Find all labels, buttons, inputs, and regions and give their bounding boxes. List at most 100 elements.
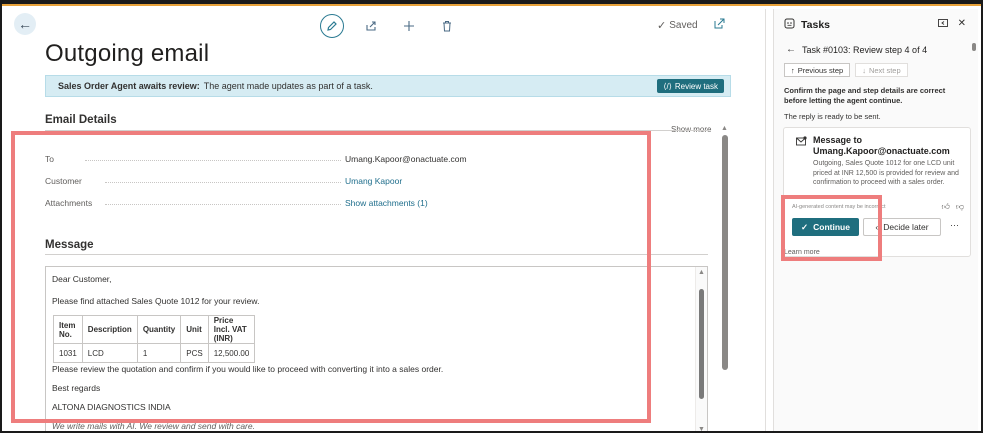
more-options-button[interactable]: ··· xyxy=(950,220,959,230)
table-header: Price Incl. VAT (INR) xyxy=(207,315,256,344)
tasks-header: Tasks xyxy=(784,18,830,32)
share-icon xyxy=(366,21,376,31)
message-divider xyxy=(45,254,708,255)
message-line1: Please find attached Sales Quote 1012 fo… xyxy=(52,296,260,306)
thumbs-up-icon[interactable]: 👍︎ xyxy=(942,202,950,212)
customer-link[interactable]: Umang Kapoor xyxy=(345,176,402,186)
previous-step-label: Previous step xyxy=(797,65,844,75)
table-header: Description xyxy=(81,315,138,344)
task-instruction: Confirm the page and step details are co… xyxy=(784,86,946,105)
share-button[interactable] xyxy=(360,15,382,37)
record-toolbar xyxy=(320,14,458,38)
field-value-to[interactable]: Umang.Kapoor@onactuate.com xyxy=(345,154,467,164)
learn-more-link[interactable]: Learn more xyxy=(784,249,820,256)
table-row: 1031 LCD 1 PCS 12,500.00 xyxy=(53,343,256,363)
field-attachments: Attachments Show attachments (1) xyxy=(45,197,485,209)
review-task-label: Review task xyxy=(674,81,718,91)
table-cell: PCS xyxy=(180,343,209,363)
thumbs-down-icon[interactable]: 👎︎ xyxy=(956,202,964,212)
back-arrow-icon[interactable]: ← xyxy=(786,44,796,55)
task-title: Task #0103: Review step 4 of 4 xyxy=(802,44,928,55)
show-attachments-link[interactable]: Show attachments (1) xyxy=(345,198,428,208)
open-in-new-window-button[interactable] xyxy=(714,18,725,32)
tasks-title: Tasks xyxy=(801,19,830,31)
tasks-icon xyxy=(784,18,795,32)
message-company: ALTONA DIAGNOSTICS INDIA xyxy=(52,402,171,412)
card-title: Message to Umang.Kapoor@onactuate.com xyxy=(813,135,950,156)
continue-label: Continue xyxy=(813,222,850,232)
agent-review-banner: Sales Order Agent awaits review: The age… xyxy=(45,75,731,97)
checkmark-icon: ✓ xyxy=(657,20,667,32)
message-title: Message xyxy=(45,239,94,251)
code-brackets-icon: ⟨/⟩ xyxy=(663,81,672,91)
add-button[interactable] xyxy=(398,15,420,37)
page-scroll-up-icon[interactable]: ▲ xyxy=(721,125,728,132)
field-label-customer: Customer xyxy=(45,176,345,186)
message-regards: Best regards xyxy=(52,383,101,393)
top-accent-line xyxy=(0,4,983,6)
back-button[interactable]: ← xyxy=(14,13,36,35)
tasks-panel: Tasks ✕ ← Task #0103: Review step 4 of 4… xyxy=(773,9,978,433)
field-label-attachments: Attachments xyxy=(45,198,345,208)
email-details-divider xyxy=(45,130,708,131)
ai-disclaimer: AI-generated content may be incorrect xyxy=(792,204,886,210)
saved-label: Saved xyxy=(669,20,698,31)
saved-status: ✓ Saved xyxy=(657,19,698,32)
top-stripe xyxy=(0,0,983,6)
trash-icon xyxy=(443,21,451,32)
quote-table: Item No. Description Quantity Unit Price… xyxy=(53,315,256,363)
message-summary-card: Message to Umang.Kapoor@onactuate.com Ou… xyxy=(783,127,971,257)
step-navigation: ↑ Previous step ↓ Next step xyxy=(784,63,908,77)
decide-later-label: Decide later xyxy=(883,222,929,232)
task-ready-text: The reply is ready to be sent. xyxy=(784,112,881,121)
scroll-thumb[interactable] xyxy=(699,289,704,399)
checkmark-icon: ✓ xyxy=(801,221,809,232)
table-header: Quantity xyxy=(136,315,182,344)
email-details-title: Email Details xyxy=(45,114,117,126)
field-label-to: To xyxy=(45,154,345,164)
task-title-row: ← Task #0103: Review step 4 of 4 xyxy=(786,44,927,55)
banner-text: The agent made updates as part of a task… xyxy=(203,81,373,91)
open-in-new-icon xyxy=(714,18,725,29)
pencil-icon xyxy=(327,21,337,31)
next-step-button[interactable]: ↓ Next step xyxy=(855,63,908,77)
page-scroll-thumb[interactable] xyxy=(722,135,728,370)
panel-scrollbar[interactable] xyxy=(972,43,976,51)
message-greeting: Dear Customer, xyxy=(52,274,112,284)
continue-button[interactable]: ✓ Continue xyxy=(792,218,859,236)
plus-icon xyxy=(404,21,414,31)
table-header: Unit xyxy=(180,315,209,344)
collapse-panel-icon[interactable] xyxy=(937,18,948,31)
feedback-buttons: 👍︎ 👎︎ xyxy=(942,202,965,212)
chevron-left-icon: ‹ xyxy=(875,222,879,232)
message-editor[interactable]: Dear Customer, Please find attached Sale… xyxy=(45,266,708,433)
record-card: ← ✓ Saved Outgoing email Sales Order Age… xyxy=(7,9,766,433)
arrow-up-icon: ↑ xyxy=(791,65,795,75)
page-scrollbar[interactable]: ▲ xyxy=(720,125,730,433)
message-line2: Please review the quotation and confirm … xyxy=(52,364,444,374)
table-header: Item No. xyxy=(53,315,83,344)
table-cell: 12,500.00 xyxy=(207,343,256,363)
page-title: Outgoing email xyxy=(45,40,210,67)
decide-later-button[interactable]: ‹ Decide later xyxy=(863,218,941,236)
scroll-down-icon[interactable]: ▼ xyxy=(698,426,705,433)
mail-icon xyxy=(796,136,807,150)
previous-step-button[interactable]: ↑ Previous step xyxy=(784,63,851,77)
field-customer: Customer Umang Kapoor xyxy=(45,175,485,187)
arrow-down-icon: ↓ xyxy=(862,65,866,75)
table-cell: 1031 xyxy=(53,343,83,363)
banner-bold-text: Sales Order Agent awaits review: xyxy=(58,81,200,91)
tasks-header-actions: ✕ xyxy=(937,18,966,31)
card-body: Outgoing, Sales Quote 1012 for one LCD u… xyxy=(813,160,959,186)
table-cell: 1 xyxy=(136,343,182,363)
field-to: To Umang.Kapoor@onactuate.com xyxy=(45,153,485,165)
message-footer: We write mails with AI. We review and se… xyxy=(52,421,255,431)
scroll-up-icon[interactable]: ▲ xyxy=(698,269,705,276)
next-step-label: Next step xyxy=(868,65,901,75)
table-cell: LCD xyxy=(81,343,138,363)
message-scrollbar[interactable]: ▲ ▼ xyxy=(695,267,707,433)
edit-button[interactable] xyxy=(320,14,344,38)
review-task-button[interactable]: ⟨/⟩ Review task xyxy=(657,79,724,93)
close-icon[interactable]: ✕ xyxy=(958,18,966,31)
delete-button[interactable] xyxy=(436,15,458,37)
